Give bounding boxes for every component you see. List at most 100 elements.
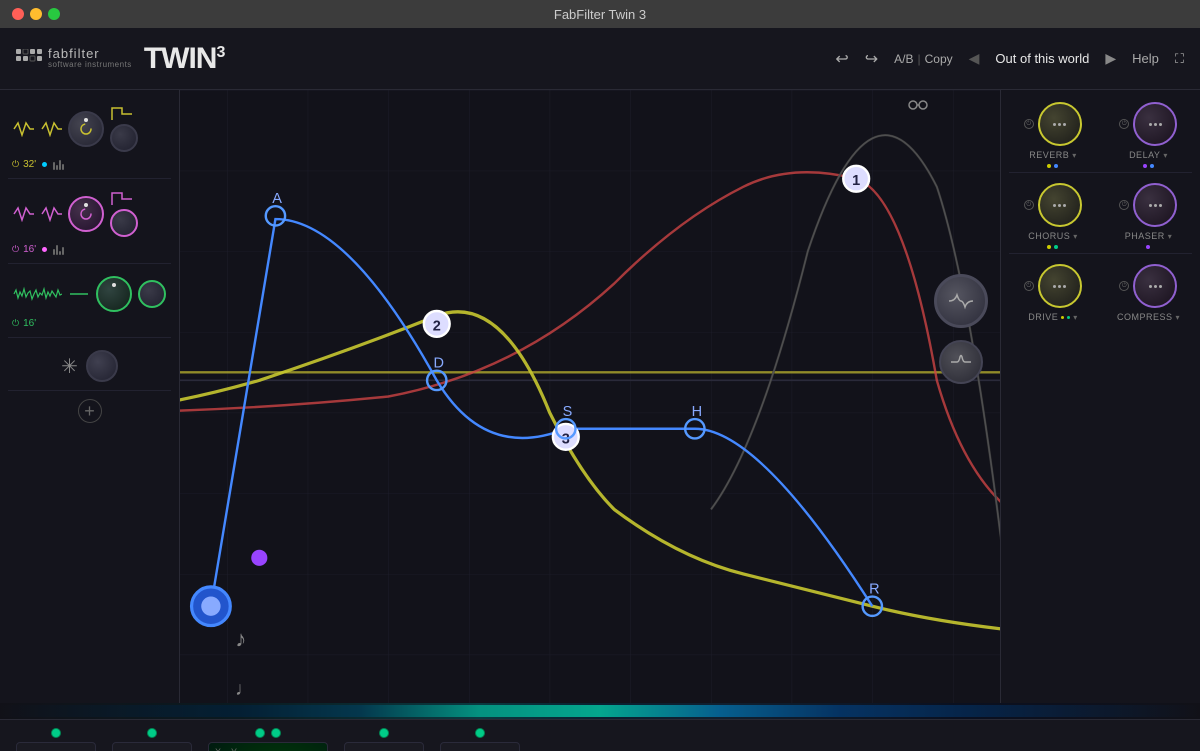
envelope-display[interactable] xyxy=(16,742,96,751)
brand-text: fabfilter software instruments xyxy=(48,47,132,70)
undo-button[interactable]: ↩ xyxy=(835,49,848,69)
envelope-indicator xyxy=(51,728,61,738)
compress-dropdown[interactable]: ▾ xyxy=(1176,313,1180,322)
reverb-dots xyxy=(1053,123,1066,126)
osc3-small-knob[interactable] xyxy=(138,280,166,308)
filter-shape-knob-1[interactable] xyxy=(934,274,988,328)
osc2-bars xyxy=(53,243,64,255)
drive-dots xyxy=(1053,285,1066,288)
brightness-display[interactable] xyxy=(112,742,192,751)
mod-slot-placement: X Y Placement xyxy=(208,728,328,751)
traffic-lights xyxy=(12,8,60,20)
filter-shape-icon xyxy=(949,291,973,311)
chorus-dots xyxy=(1053,204,1066,207)
compress-knob[interactable] xyxy=(1133,264,1177,308)
delay-dropdown[interactable]: ▾ xyxy=(1163,151,1167,160)
preset-selector[interactable]: Out of this world xyxy=(995,51,1089,66)
chorus-ind-1 xyxy=(1047,245,1051,249)
asterisk-icon: ✳ xyxy=(61,354,78,379)
osc1-pitch-knob[interactable] xyxy=(68,111,104,147)
compress-label: COMPRESS xyxy=(1117,312,1173,322)
mod-wheel-knob[interactable] xyxy=(86,350,118,382)
reverb-ind-2 xyxy=(1054,164,1058,168)
phaser-dots xyxy=(1149,204,1162,207)
phaser-label-row: PHASER ▾ xyxy=(1125,231,1172,241)
osc3-pitch-knob[interactable] xyxy=(96,276,132,312)
drive-knob[interactable] xyxy=(1038,264,1082,308)
mod-slot-effects: Effects xyxy=(440,728,520,751)
delay-label-row: DELAY ▾ xyxy=(1129,150,1167,160)
compress-label-row: COMPRESS ▾ xyxy=(1117,312,1180,322)
drive-label: DRIVE xyxy=(1028,312,1058,322)
reverb-top: ⏻ xyxy=(1024,102,1082,146)
title-bar: FabFilter Twin 3 xyxy=(0,0,1200,28)
osc2-power[interactable]: ⏻ xyxy=(12,244,19,255)
phaser-top: ⏻ xyxy=(1119,183,1177,227)
osc1-tune-dot xyxy=(42,162,47,167)
add-oscillator-button[interactable]: + xyxy=(78,399,102,423)
osc2-pitch-knob[interactable] xyxy=(68,196,104,232)
chorus-top: ⏻ xyxy=(1024,183,1082,227)
osc1-ring xyxy=(79,122,93,136)
preset-name: Out of this world xyxy=(995,51,1089,66)
osc1-small-knob[interactable] xyxy=(110,124,138,152)
mod-slot-envelope: Envelope xyxy=(16,728,96,751)
compress-dots xyxy=(1149,285,1162,288)
phaser-unit: ⏻ PHASER ▾ xyxy=(1105,183,1193,249)
compress-power[interactable]: ⏻ xyxy=(1119,281,1129,291)
drive-power[interactable]: ⏻ xyxy=(1024,281,1034,291)
next-preset-button[interactable]: ▶ xyxy=(1105,50,1116,67)
placement-xy-display[interactable]: X Y xyxy=(208,742,328,751)
link-icon[interactable] xyxy=(908,98,928,112)
effects-indicator xyxy=(475,728,485,738)
osc3-power[interactable]: ⏻ xyxy=(12,318,19,329)
left-panel: ⏻ 32' xyxy=(0,90,180,703)
chorus-power[interactable]: ⏻ xyxy=(1024,200,1034,210)
redo-button[interactable]: ↪ xyxy=(865,49,878,69)
chorus-unit: ⏻ CHORUS ▾ xyxy=(1009,183,1097,249)
svg-text:2: 2 xyxy=(433,318,441,334)
chorus-knob[interactable] xyxy=(1038,183,1082,227)
svg-text:S: S xyxy=(563,404,573,420)
delay-power[interactable]: ⏻ xyxy=(1119,119,1129,129)
xy-labels: X Y xyxy=(215,747,237,751)
osc2-wave-icon xyxy=(12,206,34,222)
chorus-dropdown[interactable]: ▾ xyxy=(1073,232,1077,241)
close-button[interactable] xyxy=(12,8,24,20)
crunch-display[interactable] xyxy=(344,742,424,751)
ab-button[interactable]: A/B | Copy xyxy=(894,52,952,66)
svg-text:♪: ♪ xyxy=(235,627,246,652)
brightness-indicator xyxy=(147,728,157,738)
reverb-knob[interactable] xyxy=(1038,102,1082,146)
reverb-label-row: REVERB ▾ xyxy=(1029,150,1076,160)
reverb-dropdown[interactable]: ▾ xyxy=(1072,151,1076,160)
bottom-panel: Envelope Brightness X Y Placement xyxy=(0,719,1200,751)
svg-text:H: H xyxy=(692,404,702,420)
maximize-button[interactable] xyxy=(48,8,60,20)
mod-slot-crunch: Crunch xyxy=(344,728,424,751)
window-title: FabFilter Twin 3 xyxy=(554,7,646,22)
osc1-shape-icon xyxy=(110,106,132,122)
right-panel: ⏻ REVERB ▾ xyxy=(1000,90,1200,703)
phaser-knob[interactable] xyxy=(1133,183,1177,227)
minimize-button[interactable] xyxy=(30,8,42,20)
filter-svg: 1 2 3 A xyxy=(180,90,1000,703)
osc2-small-knob[interactable] xyxy=(110,209,138,237)
product-name: TWIN3 xyxy=(144,42,225,76)
phaser-dropdown[interactable]: ▾ xyxy=(1168,232,1172,241)
osc1-bars xyxy=(53,158,64,170)
delay-knob[interactable] xyxy=(1133,102,1177,146)
osc1-power[interactable]: ⏻ xyxy=(12,159,19,170)
drive-dropdown[interactable]: ▾ xyxy=(1073,313,1077,322)
effects-display[interactable] xyxy=(440,742,520,751)
filter-shape-knob-2[interactable] xyxy=(939,340,983,384)
phaser-label: PHASER xyxy=(1125,231,1165,241)
delay-unit: ⏻ DELAY ▾ xyxy=(1105,102,1193,168)
osc2-ring xyxy=(79,207,93,221)
oscillator-3: ⏻ 16' xyxy=(8,268,171,338)
help-button[interactable]: Help xyxy=(1132,51,1159,66)
fullscreen-button[interactable]: ⛶ xyxy=(1175,51,1184,67)
reverb-power[interactable]: ⏻ xyxy=(1024,119,1034,129)
filter-knobs xyxy=(934,274,988,384)
phaser-power[interactable]: ⏻ xyxy=(1119,200,1129,210)
